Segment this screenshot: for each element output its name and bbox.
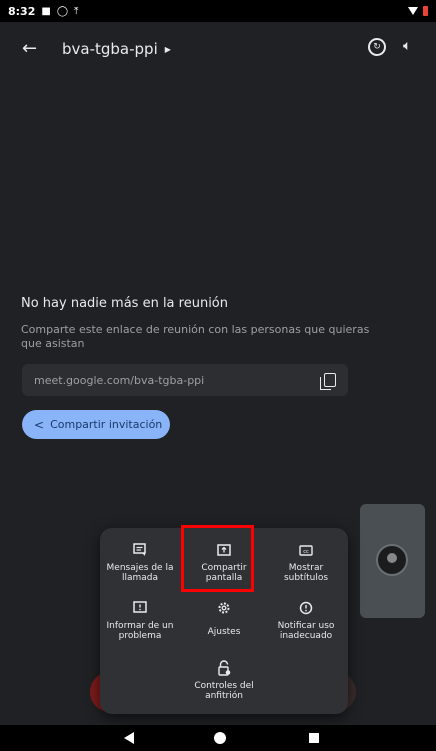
empty-state-title: No hay nadie más en la reunión [21,296,228,311]
empty-state-description: Comparte este enlace de reunión con las … [21,323,370,350]
nav-back-icon[interactable] [124,732,134,744]
copy-icon[interactable] [320,373,336,390]
nav-home-icon[interactable] [214,732,226,744]
chevron-right-icon: ▶ [164,44,171,54]
menu-item-call-messages[interactable]: Mensajes de la llamada [102,542,178,583]
menu-item-label: Mostrar subtítulos [283,563,329,583]
menu-item-label: Informar de un problema [106,621,174,641]
chat-icon [132,542,148,558]
menu-item-label: Ajustes [207,627,241,637]
meeting-title-text: bva-tgba-ppi [62,40,158,58]
nav-recents-icon[interactable] [309,733,319,743]
feedback-icon [132,600,148,616]
share-invite-label: Compartir invitación [50,418,163,431]
battery-icon [423,6,428,16]
settings-icon [216,600,232,616]
menu-item-label: Mensajes de la llamada [106,563,174,583]
navigation-bar [0,725,436,751]
meeting-link-box[interactable]: meet.google.com/bva-tgba-ppi [22,364,348,396]
menu-item-label: Controles del anfitrión [194,681,254,701]
meeting-link: meet.google.com/bva-tgba-ppi [34,373,205,387]
share-invite-button[interactable]: < Compartir invitación [22,410,170,439]
closed-caption-icon: cc [298,542,314,558]
menu-item-label: Notificar uso inadecuado [277,621,335,641]
sync-icon: ◯ [56,5,69,17]
host-lock-icon [216,660,232,676]
menu-item-settings[interactable]: Ajustes [186,600,262,637]
highlight-box [181,525,254,592]
share-icon: < [34,417,45,432]
switch-camera-icon[interactable]: ↻ [368,38,386,56]
upload-icon: ⤒ [74,5,79,17]
menu-item-host-controls[interactable]: Controles del anfitrión [186,660,262,701]
meeting-title[interactable]: bva-tgba-ppi ▶ [62,40,171,58]
speaker-icon[interactable]: 🔈︎ [403,38,411,54]
app-bar: ← bva-tgba-ppi ▶ ↻ 🔈︎ [0,30,436,70]
notification-icon: ■ [41,5,51,17]
menu-item-report-problem[interactable]: Informar de un problema [102,600,178,641]
wifi-icon [408,7,418,15]
status-bar: 8:32 ■ ◯ ⤒ [0,0,436,22]
menu-item-captions[interactable]: cc Mostrar subtítulos [268,542,344,583]
back-icon[interactable]: ← [22,38,37,59]
avatar [376,544,408,576]
menu-item-report-abuse[interactable]: Notificar uso inadecuado [268,600,344,641]
report-icon [298,600,314,616]
status-time: 8:32 [8,4,36,18]
svg-text:cc: cc [303,549,309,555]
